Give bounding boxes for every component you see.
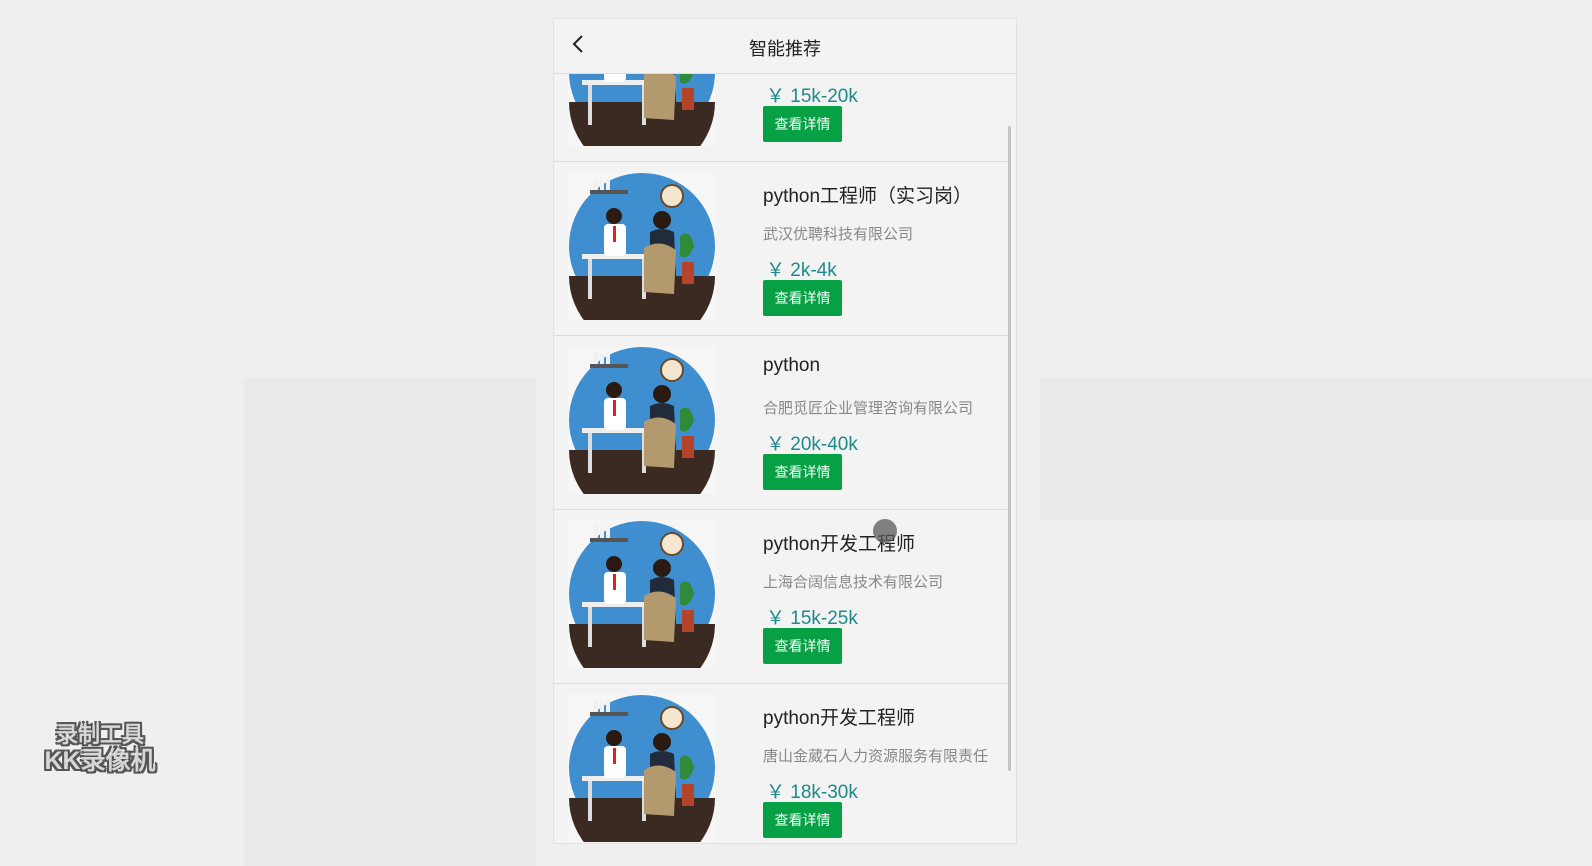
view-details-button[interactable]: 查看详情: [763, 280, 842, 316]
page-title: 智能推荐: [749, 39, 821, 59]
company-name: 唐山金葳石人力资源服务有限责任: [763, 748, 989, 765]
background-panel-right: [1040, 378, 1592, 520]
job-list[interactable]: ￥ 15k-20k 查看详情 python工程师（实习岗） 武汉优聘科技有限公司…: [554, 74, 1016, 843]
mouse-cursor-indicator: [873, 519, 897, 543]
view-details-button[interactable]: 查看详情: [763, 106, 842, 142]
company-name: 合肥觅匠企业管理咨询有限公司: [763, 400, 974, 417]
job-illustration: [568, 346, 716, 494]
watermark-line-1: 录制工具: [55, 722, 144, 747]
salary-range: ￥ 18k-30k: [766, 782, 858, 803]
job-title: python开发工程师: [763, 708, 916, 729]
salary-range: ￥ 15k-25k: [766, 608, 858, 629]
job-card: python开发工程师 上海合阔信息技术有限公司 ￥ 15k-25k 查看详情: [554, 510, 1008, 684]
job-title: python工程师（实习岗）: [763, 186, 973, 207]
watermark-line-2: KK录像机: [44, 747, 156, 776]
mobile-screen: 智能推荐 ￥ 15k-20k 查看详情 python工程师（实习岗） 武汉优聘科…: [553, 18, 1017, 844]
company-name: 上海合阔信息技术有限公司: [763, 574, 944, 591]
job-card: python开发工程师 唐山金葳石人力资源服务有限责任 ￥ 18k-30k 查看…: [554, 684, 1008, 843]
salary-range: ￥ 2k-4k: [766, 260, 837, 281]
job-card: python工程师（实习岗） 武汉优聘科技有限公司 ￥ 2k-4k 查看详情: [554, 162, 1008, 336]
job-illustration: [568, 520, 716, 668]
view-details-button[interactable]: 查看详情: [763, 628, 842, 664]
app-header: 智能推荐: [554, 19, 1016, 74]
view-details-button[interactable]: 查看详情: [763, 454, 842, 490]
job-card: ￥ 15k-20k 查看详情: [554, 74, 1008, 162]
recorder-watermark: 录制工具 KK录像机: [30, 722, 170, 776]
salary-range: ￥ 20k-40k: [766, 434, 858, 455]
job-title: python: [763, 355, 821, 376]
scrollbar-thumb[interactable]: [1008, 126, 1011, 771]
job-card: python 合肥觅匠企业管理咨询有限公司 ￥ 20k-40k 查看详情: [554, 336, 1008, 510]
background-panel-left: [244, 378, 536, 866]
company-name: 武汉优聘科技有限公司: [763, 226, 914, 243]
job-illustration: [568, 694, 716, 842]
job-illustration: [568, 172, 716, 320]
salary-range: ￥ 15k-20k: [766, 86, 858, 107]
view-details-button[interactable]: 查看详情: [763, 802, 842, 838]
job-illustration: [568, 74, 716, 146]
